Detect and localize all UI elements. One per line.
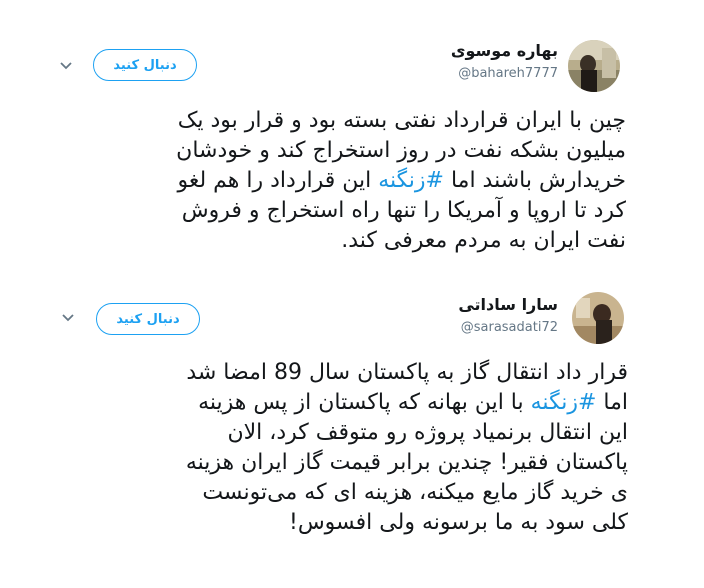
tweet-text: قرار داد انتقال گاز به پاکستان سال 89 ام…	[186, 358, 628, 538]
tweet-text: چین با ایران قرارداد نفتی بسته بود و قرا…	[176, 106, 626, 256]
tweet-text-line: این انتقال برنمیاد پروژه رو متوقف کرد، ا…	[227, 420, 628, 445]
tweet-text-line: خریدارش باشند اما #زنگنه این قرارداد را …	[177, 168, 626, 193]
tweet-text-line: ی خرید گاز مایع میکنه، هزینه ای که می‌تو…	[202, 480, 628, 505]
follow-button-label: دنبال کنید	[116, 311, 180, 327]
chevron-down-icon[interactable]	[61, 313, 75, 323]
avatar[interactable]	[572, 292, 624, 344]
hashtag-link[interactable]: #زنگنه	[531, 390, 597, 415]
follow-button-label: دنبال کنید	[113, 57, 177, 73]
tweet-text-line: کلی سود به ما برسونه ولی افسوس!	[289, 510, 628, 535]
author-name[interactable]: بهاره موسوی	[451, 41, 558, 60]
tweet-text-line: میلیون بشکه نفت در روز استخراج کند و خود…	[176, 138, 626, 163]
tweet-text-line: چین با ایران قرارداد نفتی بسته بود و قرا…	[177, 108, 626, 133]
chevron-down-icon[interactable]	[59, 61, 73, 71]
follow-button[interactable]: دنبال کنید	[96, 303, 200, 335]
author-name[interactable]: سارا ساداتی	[458, 295, 558, 314]
tweet-text-line: پاکستان فقیر! چندین برابر قیمت گاز ایران…	[185, 450, 628, 475]
tweet-text-line: کرد تا اروپا و آمریکا را تنها راه استخرا…	[181, 198, 626, 223]
hashtag-link[interactable]: #زنگنه	[378, 168, 444, 193]
author-handle[interactable]: @bahareh7777	[458, 66, 558, 81]
avatar[interactable]	[568, 40, 620, 92]
tweet-card: سارا ساداتی @sarasadati72 دنبال کنید قرا…	[0, 282, 704, 588]
author-handle[interactable]: @sarasadati72	[461, 320, 558, 335]
tweet-text-line: قرار داد انتقال گاز به پاکستان سال 89 ام…	[186, 360, 628, 385]
tweet-card: بهاره موسوی @bahareh7777 دنبال کنید چین …	[0, 0, 704, 282]
follow-button[interactable]: دنبال کنید	[93, 49, 197, 81]
tweet-text-line: نفت ایران به مردم معرفی کند.	[341, 228, 626, 253]
tweet-text-line: اما #زنگنه با این بهانه که پاکستان از پس…	[198, 390, 628, 415]
